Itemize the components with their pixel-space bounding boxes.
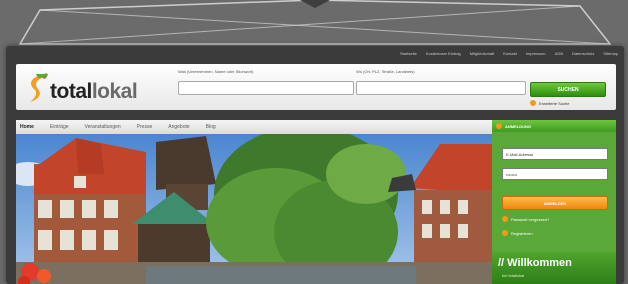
login-button[interactable]: ANMELDEN <box>502 196 608 210</box>
top-nav-link[interactable]: Kostenloser Eintrag <box>426 51 461 56</box>
tab-events[interactable]: Veranstaltungen <box>85 124 121 130</box>
website-screenshot: Startseite Kostenloser Eintrag Mitglieds… <box>6 46 624 284</box>
welcome-subtitle: bei totallokal <box>502 273 525 278</box>
search-what-input[interactable] <box>178 81 354 95</box>
top-nav-link[interactable]: AGB <box>555 51 563 56</box>
forgot-password-link[interactable]: Passwort vergessen? <box>502 216 549 222</box>
logo-swoosh-icon <box>30 73 48 102</box>
welcome-title: // Willkommen <box>498 257 572 269</box>
tab-press[interactable]: Presse <box>137 124 153 130</box>
hero-image <box>16 134 494 284</box>
sidebar: ANMELDUNG E-Mail-Adresse •••••••• ANMELD… <box>492 120 616 284</box>
site-logo[interactable]: totallokal <box>26 72 166 104</box>
password-field[interactable]: •••••••• <box>502 168 608 180</box>
search-what-label: Was (Unternehmen, Name oder Stichwort) <box>178 69 254 74</box>
top-navigation: Startseite Kostenloser Eintrag Mitglieds… <box>6 46 624 60</box>
top-nav-link[interactable]: Datenschutz <box>572 51 594 56</box>
email-field[interactable]: E-Mail-Adresse <box>502 148 608 160</box>
top-nav-link[interactable]: Sitemap <box>603 51 618 56</box>
register-link[interactable]: Registrieren <box>502 230 533 236</box>
tab-offers[interactable]: Angebote <box>168 124 189 130</box>
bullet-icon <box>502 216 508 222</box>
main-tabs: Home Einträge Veranstaltungen Presse Ang… <box>16 120 494 134</box>
search-where-input[interactable] <box>356 81 526 95</box>
tab-entries[interactable]: Einträge <box>50 124 69 130</box>
bullet-icon <box>496 123 502 129</box>
tab-blog[interactable]: Blog <box>206 124 216 130</box>
top-nav-link[interactable]: Startseite <box>400 51 417 56</box>
bullet-icon <box>530 100 536 106</box>
bullet-icon <box>502 230 508 236</box>
forgot-password-label: Passwort vergessen? <box>511 216 550 222</box>
search-button[interactable]: SUCHEN <box>530 82 606 97</box>
login-box: E-Mail-Adresse •••••••• ANMELDEN Passwor… <box>492 132 616 252</box>
tab-home[interactable]: Home <box>20 124 34 130</box>
site-header: totallokal Was (Unternehmen, Name oder S… <box>16 64 616 110</box>
advanced-search-label: Erweiterte Suche <box>539 100 570 106</box>
login-header: ANMELDUNG <box>492 120 616 132</box>
logo-text: totallokal <box>50 80 138 103</box>
advanced-search-link[interactable]: Erweiterte Suche <box>530 100 569 106</box>
top-nav-link[interactable]: Mitgliedschaft <box>470 51 494 56</box>
top-nav-link[interactable]: Kontakt <box>503 51 517 56</box>
login-title: ANMELDUNG <box>505 123 531 129</box>
welcome-box: // Willkommen bei totallokal <box>492 252 616 284</box>
register-label: Registrieren <box>511 230 533 236</box>
top-nav-link[interactable]: Impressum <box>526 51 546 56</box>
search-where-label: Wo (Ort, PLZ, Straße, Landkreis) <box>356 69 415 74</box>
